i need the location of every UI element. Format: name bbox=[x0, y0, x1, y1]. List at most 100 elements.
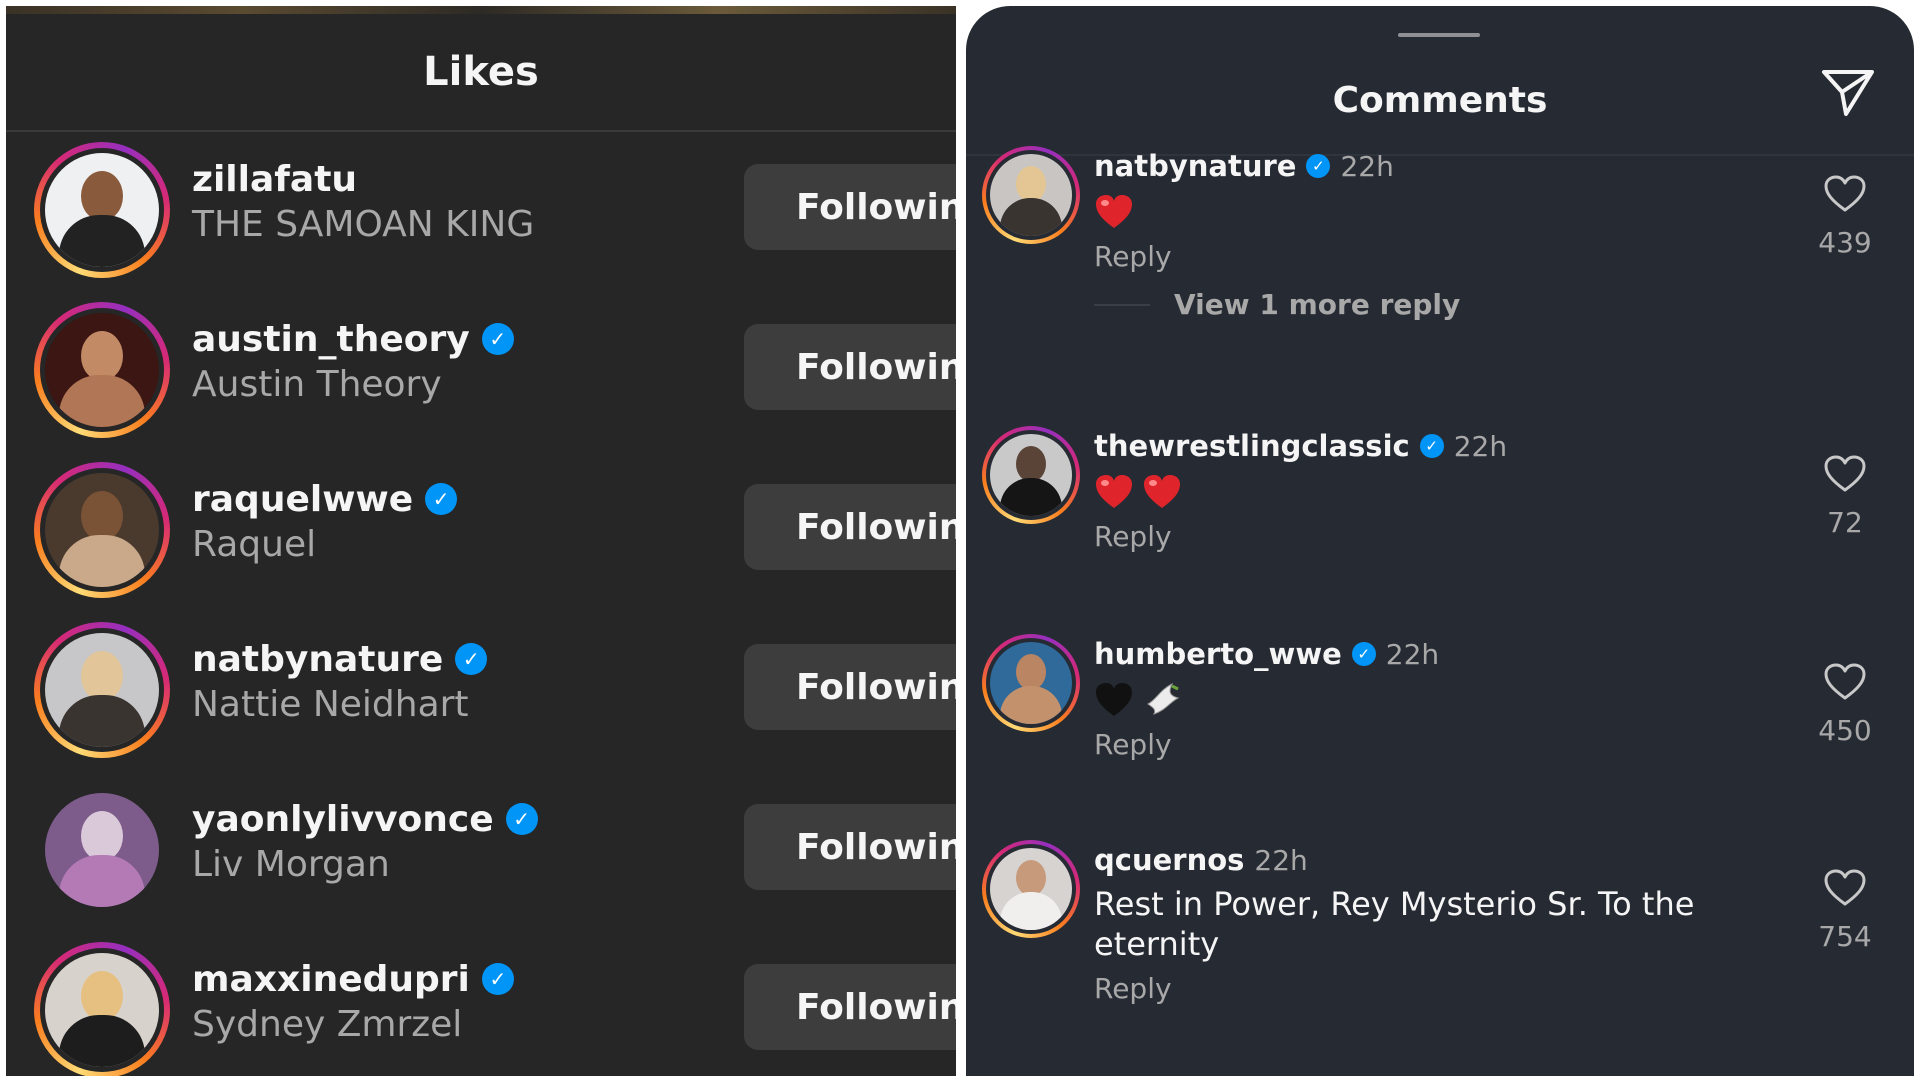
full-name: Raquel bbox=[192, 524, 317, 565]
avatar[interactable] bbox=[34, 782, 170, 918]
like-row[interactable]: raquelwwe ✓ Raquel Following bbox=[6, 450, 956, 610]
avatar[interactable] bbox=[982, 634, 1080, 732]
avatar-body-shape bbox=[59, 215, 145, 267]
reply-button[interactable]: Reply bbox=[1094, 520, 1172, 553]
like-row[interactable]: maxxinedupri ✓ Sydney Zmrzel Following bbox=[6, 930, 956, 1076]
replies-divider bbox=[1094, 303, 1150, 306]
like-count: 450 bbox=[1818, 714, 1872, 747]
following-button[interactable]: Following bbox=[744, 804, 956, 890]
avatar-body-shape bbox=[1000, 686, 1062, 724]
avatar-photo bbox=[45, 953, 159, 1067]
avatar-photo bbox=[45, 793, 159, 907]
avatar-photo bbox=[45, 473, 159, 587]
avatar-photo bbox=[45, 153, 159, 267]
user-text: raquelwwe ✓ Raquel bbox=[192, 474, 458, 565]
likes-title: Likes bbox=[423, 49, 539, 95]
following-button[interactable]: Following bbox=[744, 964, 956, 1050]
red-heart-emoji-icon bbox=[1096, 195, 1132, 228]
like-count: 754 bbox=[1818, 920, 1872, 953]
verified-badge-icon: ✓ bbox=[1419, 434, 1444, 458]
comment-timestamp: 22h bbox=[1340, 149, 1394, 183]
user-text: yaonlylivvonce ✓ Liv Morgan bbox=[192, 794, 538, 885]
avatar-head-shape bbox=[1016, 860, 1046, 896]
comment-content: thewrestlingclassic ✓ 22h Reply bbox=[1094, 426, 1734, 553]
verified-badge-icon: ✓ bbox=[455, 643, 488, 675]
verified-badge-icon: ✓ bbox=[505, 803, 538, 835]
avatar-head-shape bbox=[1016, 166, 1046, 202]
comment-body bbox=[1094, 678, 1734, 720]
comment-like: 754 bbox=[1800, 868, 1890, 953]
user-text: maxxinedupri ✓ Sydney Zmrzel bbox=[192, 954, 514, 1045]
verified-badge-icon: ✓ bbox=[1306, 154, 1331, 178]
avatar-photo bbox=[45, 313, 159, 427]
avatar-head-shape bbox=[1016, 446, 1046, 482]
heart-outline-icon[interactable] bbox=[1823, 174, 1867, 214]
username[interactable]: zillafatu bbox=[192, 159, 357, 200]
like-count: 439 bbox=[1818, 226, 1872, 259]
following-button[interactable]: Following bbox=[744, 164, 956, 250]
comment-username[interactable]: natbynature bbox=[1094, 149, 1296, 183]
avatar-photo bbox=[990, 848, 1072, 930]
reply-button[interactable]: Reply bbox=[1094, 240, 1172, 273]
comment-timestamp: 22h bbox=[1254, 843, 1308, 877]
avatar[interactable] bbox=[982, 146, 1080, 244]
drag-handle[interactable] bbox=[1398, 33, 1480, 37]
comment-like: 72 bbox=[1800, 454, 1890, 539]
comment-like: 439 bbox=[1800, 174, 1890, 259]
comment-username[interactable]: thewrestlingclassic bbox=[1094, 429, 1410, 463]
avatar[interactable] bbox=[34, 302, 170, 438]
avatar-photo bbox=[990, 642, 1072, 724]
following-button[interactable]: Following bbox=[744, 644, 956, 730]
comments-panel: Comments natbynature ✓ 22h Reply 439 the… bbox=[966, 6, 1914, 1076]
view-more-replies[interactable]: View 1 more reply bbox=[1094, 288, 1460, 321]
comments-header: Comments bbox=[966, 46, 1914, 156]
verified-badge-icon: ✓ bbox=[425, 483, 458, 515]
user-text: natbynature ✓ Nattie Neidhart bbox=[192, 634, 488, 725]
avatar-body-shape bbox=[59, 695, 145, 747]
heart-outline-icon[interactable] bbox=[1823, 662, 1867, 702]
comment-text: Rest in Power, Rey Mysterio Sr. To the e… bbox=[1094, 885, 1695, 963]
full-name: Liv Morgan bbox=[192, 844, 390, 885]
full-name: Austin Theory bbox=[192, 364, 442, 405]
like-row[interactable]: natbynature ✓ Nattie Neidhart Following bbox=[6, 610, 956, 770]
avatar[interactable] bbox=[34, 142, 170, 278]
background-photo-strip bbox=[6, 6, 956, 14]
heart-outline-icon[interactable] bbox=[1823, 868, 1867, 908]
full-name: Nattie Neidhart bbox=[192, 684, 469, 725]
username[interactable]: natbynature bbox=[192, 639, 443, 680]
share-button[interactable] bbox=[1820, 64, 1876, 120]
avatar-body-shape bbox=[59, 375, 145, 427]
avatar-body-shape bbox=[59, 535, 145, 587]
user-text: austin_theory ✓ Austin Theory bbox=[192, 314, 514, 405]
username[interactable]: yaonlylivvonce bbox=[192, 799, 494, 840]
like-row[interactable]: austin_theory ✓ Austin Theory Following bbox=[6, 290, 956, 450]
heart-outline-icon[interactable] bbox=[1823, 454, 1867, 494]
username[interactable]: raquelwwe bbox=[192, 479, 413, 520]
like-row[interactable]: yaonlylivvonce ✓ Liv Morgan Following bbox=[6, 770, 956, 930]
comment-username[interactable]: qcuernos bbox=[1094, 843, 1244, 877]
verified-badge-icon: ✓ bbox=[1351, 642, 1376, 666]
comments-title: Comments bbox=[1332, 79, 1548, 121]
comment-body bbox=[1094, 470, 1734, 512]
paper-plane-icon bbox=[1822, 70, 1874, 116]
following-button[interactable]: Following bbox=[744, 324, 956, 410]
avatar[interactable] bbox=[982, 426, 1080, 524]
avatar[interactable] bbox=[34, 622, 170, 758]
avatar-body-shape bbox=[1000, 198, 1062, 236]
avatar-photo bbox=[990, 154, 1072, 236]
avatar-head-shape bbox=[1016, 654, 1046, 690]
avatar[interactable] bbox=[34, 462, 170, 598]
reply-button[interactable]: Reply bbox=[1094, 972, 1172, 1005]
username[interactable]: austin_theory bbox=[192, 319, 470, 360]
comment-content: natbynature ✓ 22h Reply bbox=[1094, 146, 1734, 273]
reply-button[interactable]: Reply bbox=[1094, 728, 1172, 761]
verified-badge-icon: ✓ bbox=[481, 323, 514, 355]
username[interactable]: maxxinedupri bbox=[192, 959, 470, 1000]
verified-badge-icon: ✓ bbox=[481, 963, 514, 995]
following-button[interactable]: Following bbox=[744, 484, 956, 570]
comment-content: humberto_wwe ✓ 22h Reply bbox=[1094, 634, 1734, 761]
avatar[interactable] bbox=[34, 942, 170, 1076]
like-row[interactable]: zillafatu THE SAMOAN KING Following bbox=[6, 130, 956, 290]
avatar[interactable] bbox=[982, 840, 1080, 938]
comment-username[interactable]: humberto_wwe bbox=[1094, 637, 1342, 671]
